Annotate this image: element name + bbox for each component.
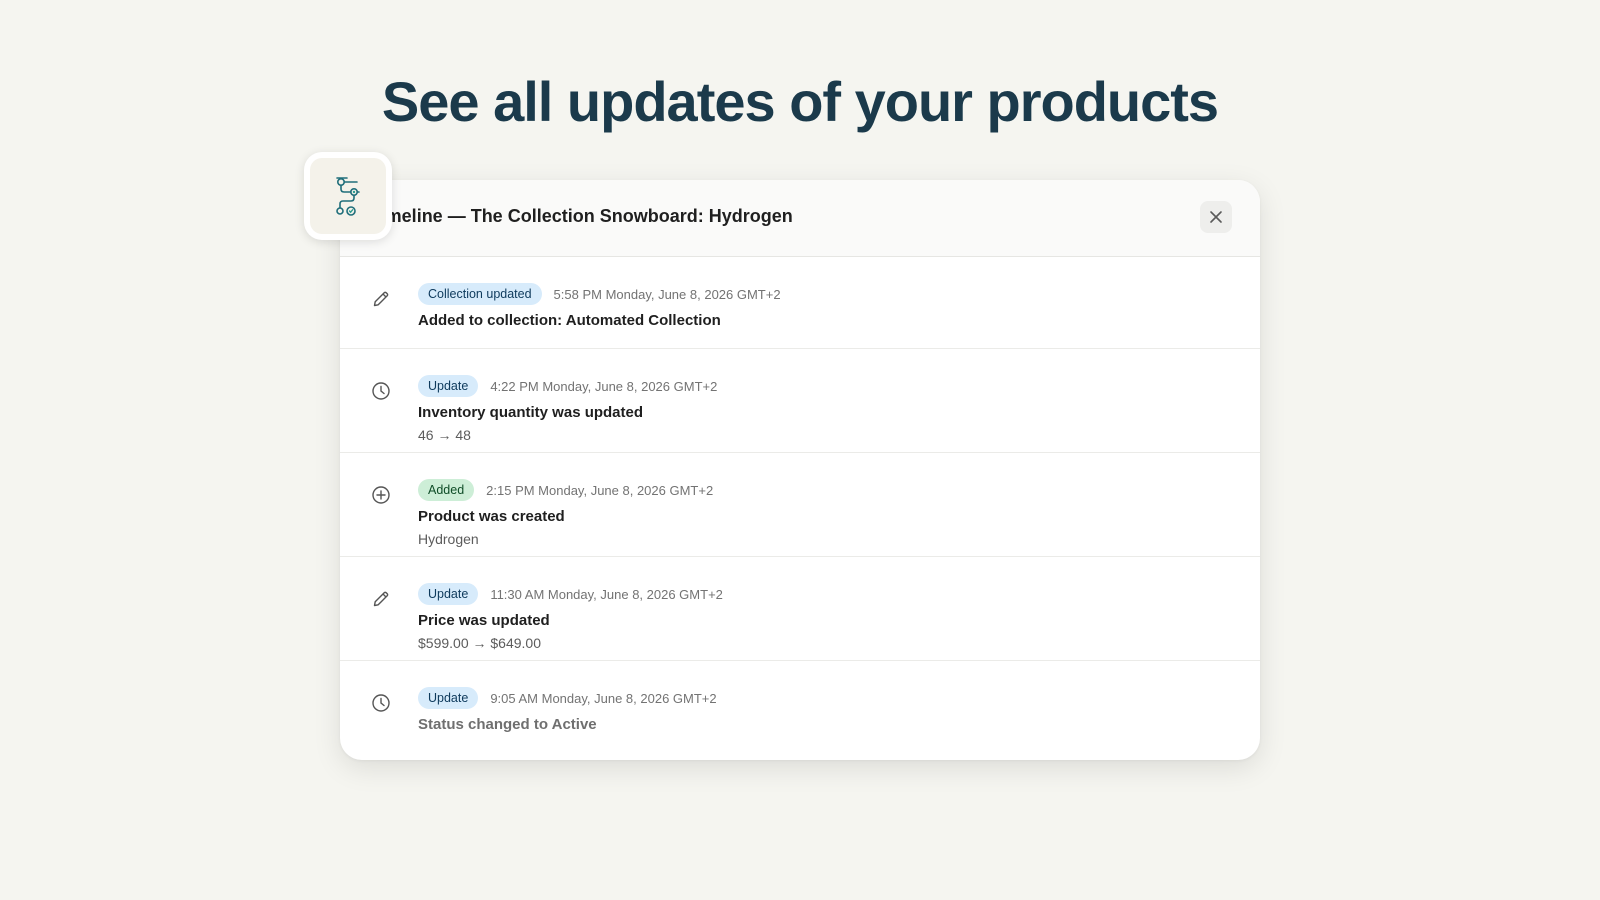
event-timestamp: 4:22 PM Monday, June 8, 2026 GMT+2 [490, 378, 718, 394]
event-detail: Hydrogen [418, 531, 479, 547]
timeline-event: Update 9:05 AM Monday, June 8, 2026 GMT+… [340, 661, 1260, 760]
timeline-event: Update 4:22 PM Monday, June 8, 2026 GMT+… [340, 349, 1260, 453]
timeline-event: Collection updated 5:58 PM Monday, June … [340, 257, 1260, 349]
event-title: Inventory quantity was updated [418, 404, 644, 421]
event-badge: Update [418, 583, 479, 605]
close-icon [1210, 211, 1222, 223]
event-title: Added to collection: Automated Collectio… [418, 312, 721, 329]
plus-circle-icon [372, 486, 390, 504]
timeline-app-icon [336, 177, 360, 216]
event-detail: 46 → 48 [418, 427, 471, 443]
event-title: Product was created [418, 508, 565, 525]
event-timestamp: 11:30 AM Monday, June 8, 2026 GMT+2 [490, 586, 723, 602]
event-badge: Added [418, 479, 475, 501]
pencil-icon [373, 291, 389, 307]
timeline-event: Update 11:30 AM Monday, June 8, 2026 GMT… [340, 557, 1260, 661]
close-button[interactable] [1200, 201, 1232, 233]
modal-header: Timeline — The Collection Snowboard: Hyd… [340, 180, 1260, 257]
timeline-modal: Timeline — The Collection Snowboard: Hyd… [340, 180, 1260, 760]
event-badge: Collection updated [418, 283, 542, 305]
modal-title: Timeline — The Collection Snowboard: Hyd… [370, 206, 793, 226]
page-headline: See all updates of your products [381, 70, 1219, 133]
event-badge: Update [418, 375, 479, 397]
clock-icon [372, 382, 390, 400]
event-timestamp: 2:15 PM Monday, June 8, 2026 GMT+2 [486, 482, 714, 498]
clock-icon [372, 694, 390, 712]
event-timestamp: 9:05 AM Monday, June 8, 2026 GMT+2 [490, 690, 717, 706]
event-title: Price was updated [418, 612, 550, 629]
timeline-event: Added 2:15 PM Monday, June 8, 2026 GMT+2… [340, 453, 1260, 557]
timeline-app-icon [304, 152, 392, 240]
event-timestamp: 5:58 PM Monday, June 8, 2026 GMT+2 [553, 286, 781, 302]
event-title: Status changed to Active [418, 716, 597, 733]
event-badge: Update [418, 687, 479, 709]
pencil-icon [373, 591, 389, 607]
event-detail: $599.00 → $649.00 [418, 635, 541, 651]
